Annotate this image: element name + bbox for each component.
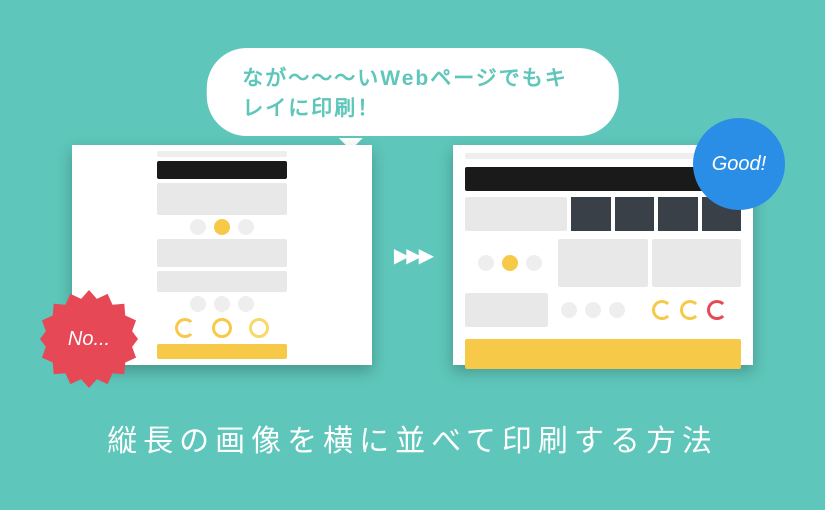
main-title: 縦長の画像を横に並べて印刷する方法 bbox=[0, 416, 825, 460]
mock-narrow-layout bbox=[157, 145, 287, 365]
badge-no: No... bbox=[40, 290, 138, 388]
badge-good: Good! bbox=[693, 118, 785, 210]
arrow-icon: ▶▶▶ bbox=[394, 243, 431, 268]
speech-bubble: なが〜〜〜いWebページでもキレイに印刷！ bbox=[206, 48, 619, 136]
